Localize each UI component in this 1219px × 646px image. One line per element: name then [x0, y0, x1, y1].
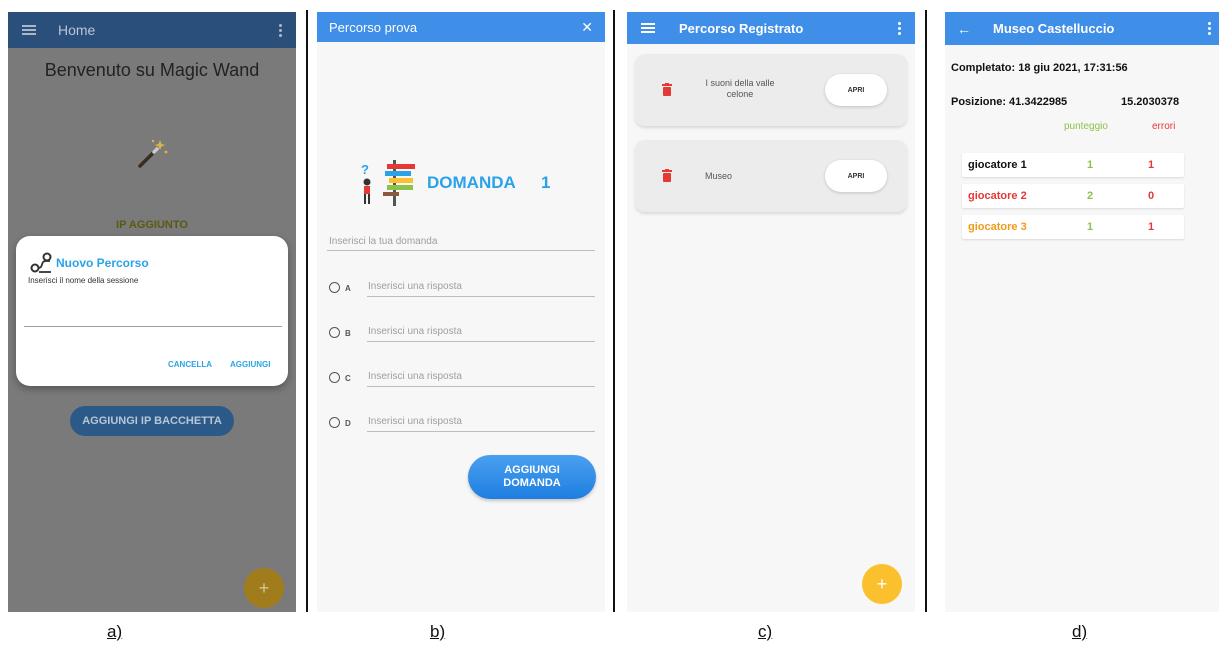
errors-column-header: errori [1152, 121, 1176, 132]
open-button[interactable]: APRI [825, 74, 887, 106]
player-row: giocatore 3 1 1 [962, 215, 1184, 239]
divider [925, 10, 927, 612]
option-b-placeholder: Inserisci una risposta [368, 326, 462, 337]
magic-wand-icon [138, 139, 168, 168]
radio-c[interactable] [329, 372, 340, 383]
trash-icon[interactable] [662, 169, 672, 182]
screen-c: Percorso Registrato I suoni della valle … [627, 12, 915, 612]
menu-icon[interactable] [641, 23, 655, 33]
back-arrow-icon[interactable]: ← [957, 21, 971, 37]
question-input-placeholder: Inserisci la tua domanda [329, 236, 438, 247]
ip-added-label: IP AGGIUNTO [116, 219, 188, 231]
route-card[interactable]: Museo APRI [635, 140, 907, 212]
add-question-label-1: AGGIUNGI [504, 464, 560, 476]
question-number: 1 [541, 173, 551, 192]
more-vert-icon[interactable] [1208, 22, 1211, 35]
add-ip-button[interactable]: AGGIUNGI IP BACCHETTA [70, 406, 234, 436]
score-column-header: punteggio [1064, 121, 1108, 132]
fab-button[interactable]: + [862, 564, 902, 604]
player-errors: 1 [1148, 221, 1155, 233]
question-label: DOMANDA [427, 173, 516, 192]
radio-d[interactable] [329, 417, 340, 428]
app-bar: Percorso prova ✕ [317, 12, 605, 42]
screen-a: Home Benvenuto su Magic Wand IP AGGIUNTO… [8, 12, 296, 612]
menu-icon[interactable] [22, 25, 36, 35]
divider [613, 10, 615, 612]
screen-d: ← Museo Castelluccio Completato: 18 giu … [945, 12, 1219, 612]
route-name: Museo [705, 171, 733, 181]
option-a-placeholder: Inserisci una risposta [368, 281, 462, 292]
player-row: giocatore 2 2 0 [962, 184, 1184, 208]
trash-icon[interactable] [662, 83, 672, 96]
add-question-label-2: DOMANDA [503, 477, 561, 489]
player-name: giocatore 2 [968, 190, 1027, 202]
player-score: 1 [1087, 221, 1094, 233]
plus-icon: + [876, 573, 888, 594]
player-name: giocatore 1 [968, 159, 1027, 171]
option-letter-a: A [345, 284, 351, 293]
dialog-message: Inserisci il nome della sessione [28, 276, 139, 285]
dialog-title: Nuovo Percorso [56, 256, 149, 270]
app-bar-title: Percorso Registrato [679, 20, 804, 36]
position-text: Posizione: 41.3422985 [951, 96, 1068, 108]
caption-b: b) [430, 622, 446, 641]
option-c-placeholder: Inserisci una risposta [368, 371, 462, 382]
new-route-dialog: Nuovo Percorso Inserisci il nome della s… [16, 236, 288, 386]
more-vert-icon[interactable] [898, 21, 901, 35]
route-icon [30, 252, 52, 273]
app-bar-title: Percorso prova [329, 19, 418, 35]
more-vert-icon[interactable] [279, 23, 282, 37]
app-bar-title: Museo Castelluccio [993, 21, 1115, 36]
cancel-button[interactable]: CANCELLA [168, 360, 212, 369]
player-row: giocatore 1 1 1 [962, 153, 1184, 177]
app-bar: Percorso Registrato [627, 12, 915, 44]
caption-d: d) [1072, 622, 1088, 641]
route-card[interactable]: I suoni della valle celone APRI [635, 54, 907, 126]
question-input[interactable] [327, 250, 595, 251]
divider [306, 10, 308, 612]
option-c-input[interactable] [367, 386, 595, 387]
screen-b: Percorso prova ✕ ? DOMANDA 1 Inserisci l… [317, 12, 605, 612]
player-score: 1 [1087, 159, 1094, 171]
session-name-input[interactable] [24, 326, 282, 327]
app-bar-title: Home [58, 22, 96, 38]
player-errors: 1 [1148, 159, 1155, 171]
completed-text: Completato: 18 giu 2021, 17:31:56 [951, 62, 1128, 74]
signpost-icon: ? [361, 160, 415, 206]
plus-icon: + [258, 577, 270, 598]
radio-b[interactable] [329, 327, 340, 338]
route-name-line-2: celone [726, 89, 754, 99]
option-a-input[interactable] [367, 296, 595, 297]
fab-button[interactable]: + [244, 568, 284, 608]
app-bar: Home [8, 12, 296, 48]
close-icon[interactable]: ✕ [581, 19, 593, 36]
option-b-input[interactable] [367, 341, 595, 342]
add-question-button[interactable]: AGGIUNGI DOMANDA [468, 455, 596, 499]
position-longitude: 15.2030378 [1121, 96, 1180, 108]
option-d-placeholder: Inserisci una risposta [368, 416, 462, 427]
caption-a: a) [107, 622, 123, 641]
route-name-line-1: I suoni della valle [705, 78, 775, 88]
player-errors: 0 [1148, 190, 1155, 202]
player-name: giocatore 3 [968, 221, 1027, 233]
add-button[interactable]: AGGIUNGI [230, 360, 270, 369]
route-name: I suoni della valle celone [695, 78, 785, 100]
option-letter-c: C [345, 374, 351, 383]
option-d-input[interactable] [367, 431, 595, 432]
player-score: 2 [1087, 190, 1094, 202]
app-bar: ← Museo Castelluccio [945, 12, 1219, 45]
option-letter-d: D [345, 419, 351, 428]
radio-a[interactable] [329, 282, 340, 293]
open-button[interactable]: APRI [825, 160, 887, 192]
caption-c: c) [758, 622, 773, 641]
svg-text:?: ? [361, 162, 369, 177]
welcome-text: Benvenuto su Magic Wand [44, 60, 260, 80]
option-letter-b: B [345, 329, 351, 338]
